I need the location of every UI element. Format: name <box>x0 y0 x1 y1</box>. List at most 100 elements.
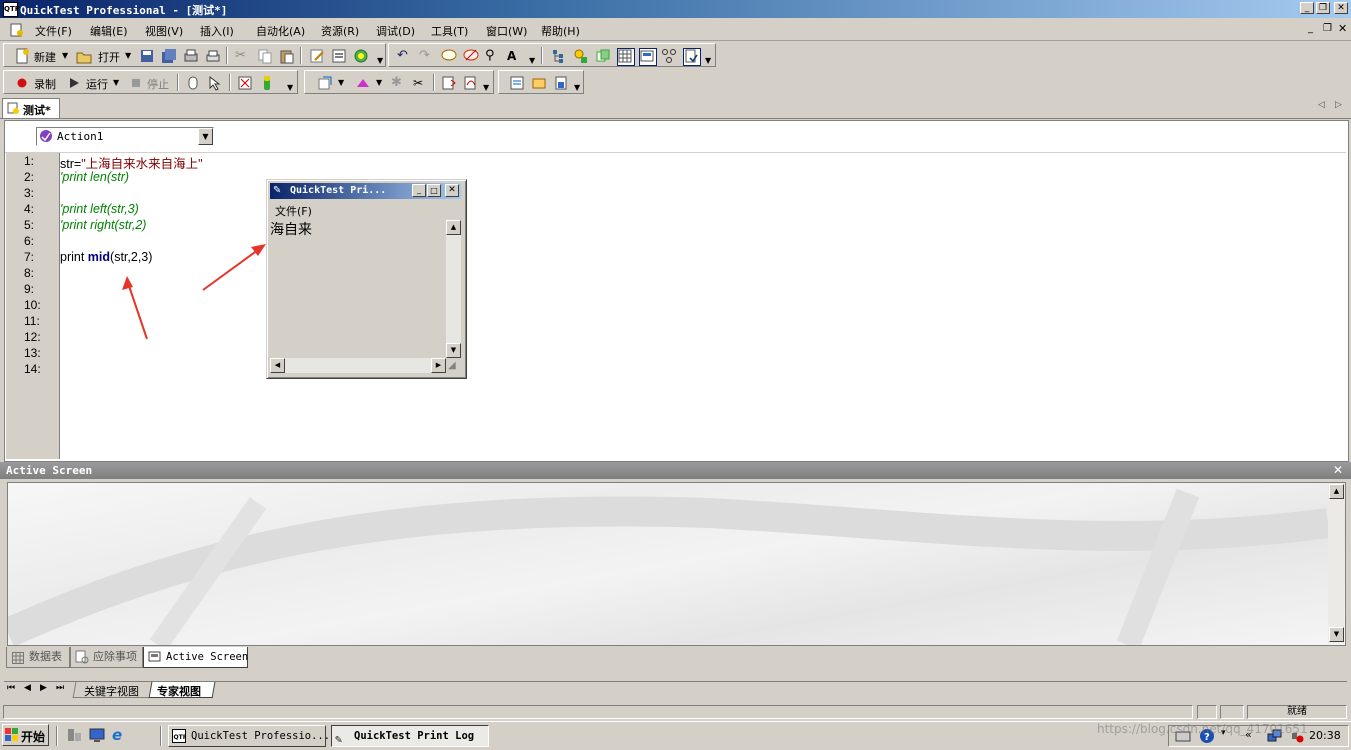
tab-test[interactable]: 测试* <box>2 98 60 118</box>
active-screen-icon[interactable] <box>639 48 657 66</box>
active-screen-close-icon[interactable]: ✕ <box>1333 463 1343 477</box>
results-icon[interactable] <box>509 75 525 91</box>
menu-automation[interactable]: 自动化(A) <box>256 23 305 39</box>
last-tab-icon[interactable]: ⏭ <box>56 683 64 693</box>
toolbar-overflow-icon-4[interactable]: ▼ <box>287 83 293 92</box>
scroll-down-icon[interactable]: ▼ <box>446 343 461 358</box>
stop-button[interactable]: 停止 <box>147 76 169 92</box>
first-tab-icon[interactable]: ⏮ <box>7 683 15 693</box>
print-log-close-button[interactable]: ✕ <box>445 184 459 197</box>
toolbar-overflow-icon-3[interactable]: ▼ <box>705 56 711 65</box>
mdi-minimize-button[interactable]: _ <box>1308 23 1313 34</box>
resize-grip-icon[interactable]: ◢ <box>448 360 456 371</box>
print-log-window[interactable]: ✎ QuickTest Pri... _ □ ✕ 文件(F) 海自来 ▲ ▼ ◀… <box>266 179 467 379</box>
save-all-icon[interactable] <box>161 48 177 64</box>
step-into-icon[interactable] <box>441 75 457 91</box>
tab-missing-resources[interactable]: 应除事项 <box>70 647 143 668</box>
object-repository-icon[interactable] <box>551 48 567 64</box>
toolbar-overflow-icon-2[interactable]: ▼ <box>529 56 535 65</box>
menu-insert[interactable]: 插入(I) <box>200 23 234 39</box>
breakpoint-icon[interactable]: ✱ <box>391 75 407 91</box>
mdi-restore-button[interactable]: ❐ <box>1323 23 1332 34</box>
new-dropdown-icon[interactable]: ▼ <box>62 51 68 60</box>
data-table-icon[interactable] <box>617 48 635 66</box>
quicklaunch-server-icon[interactable] <box>66 727 82 743</box>
function-icon[interactable] <box>355 75 371 91</box>
print-log-vscrollbar[interactable]: ▲ ▼ <box>446 220 461 358</box>
run-dropdown-icon[interactable]: ▼ <box>113 78 119 87</box>
find-icon[interactable]: ⚲ <box>485 48 501 64</box>
open-button[interactable]: 打开 <box>98 49 120 65</box>
toolbar-overflow-icon-6[interactable]: ▼ <box>574 83 580 92</box>
debug-viewer-icon[interactable] <box>683 48 701 66</box>
tab-data-table[interactable]: 数据表 <box>6 647 70 668</box>
action-select[interactable]: Action1 ▼ <box>36 127 214 146</box>
close-button[interactable]: ✕ <box>1334 2 1348 14</box>
clear-breakpoints-icon[interactable]: ✂ <box>413 75 429 91</box>
print-icon[interactable] <box>205 48 221 64</box>
export-icon[interactable] <box>553 75 569 91</box>
options-icon[interactable] <box>531 75 547 91</box>
tab-active-screen[interactable]: Active Screen <box>143 647 248 668</box>
run-icon[interactable] <box>66 75 82 91</box>
scroll-right-icon[interactable]: ▶ <box>431 358 446 373</box>
step-over-icon[interactable] <box>463 75 479 91</box>
print-log-maximize-button[interactable]: □ <box>427 184 441 197</box>
menu-view[interactable]: 视图(V) <box>145 23 183 39</box>
action-select-arrow-icon[interactable]: ▼ <box>198 128 213 145</box>
tab-keyword-view-label[interactable]: 关键字视图 <box>84 683 139 699</box>
print-log-minimize-button[interactable]: _ <box>412 184 426 197</box>
toolbar-overflow-icon-5[interactable]: ▼ <box>483 83 489 92</box>
minimize-button[interactable]: _ <box>1300 2 1314 14</box>
replace-icon[interactable]: A <box>507 48 523 64</box>
edit-step-icon[interactable] <box>309 48 325 64</box>
menu-help[interactable]: 帮助(H) <box>541 23 580 39</box>
stop-icon[interactable] <box>128 75 144 91</box>
open-dropdown-icon[interactable]: ▼ <box>125 51 131 60</box>
tab-scroll-left-icon[interactable]: ◁ <box>1318 100 1325 110</box>
code-area[interactable]: str="上海自来水来自海上" 'print len(str) 'print l… <box>60 153 1344 459</box>
insert-step-dropdown-icon[interactable]: ▼ <box>338 78 344 87</box>
restore-button[interactable]: ❐ <box>1316 2 1330 14</box>
object-spy-icon[interactable] <box>573 48 589 64</box>
menu-tools[interactable]: 工具(T) <box>431 23 468 39</box>
virtual-object-icon[interactable] <box>595 48 611 64</box>
relations-icon[interactable] <box>661 48 677 64</box>
redo-icon[interactable]: ↷ <box>419 48 435 64</box>
active-screen-panel[interactable]: ▲ ▼ <box>7 482 1346 646</box>
scroll-up-icon[interactable]: ▲ <box>446 220 461 235</box>
scroll-up-icon[interactable]: ▲ <box>1329 484 1344 499</box>
menu-edit[interactable]: 编辑(E) <box>90 23 128 39</box>
next-tab-icon[interactable]: ▶ <box>40 683 47 693</box>
tab-expert-view-label[interactable]: 专家视图 <box>157 683 201 699</box>
paste-icon[interactable] <box>279 48 295 64</box>
low-level-recording-icon[interactable] <box>207 75 223 91</box>
task-print-log[interactable]: ✎ QuickTest Print Log <box>331 725 489 747</box>
print-log-menu-file[interactable]: 文件(F) <box>275 203 312 219</box>
checkpoint-icon[interactable] <box>237 75 253 91</box>
comment-icon[interactable] <box>441 48 457 64</box>
menu-window[interactable]: 窗口(W) <box>486 23 527 39</box>
print-log-titlebar[interactable]: ✎ QuickTest Pri... _ □ ✕ <box>270 183 461 199</box>
save-icon[interactable] <box>139 48 155 64</box>
toolbar-overflow-icon[interactable]: ▼ <box>377 56 383 65</box>
menu-debug[interactable]: 调试(D) <box>376 23 415 39</box>
undo-icon[interactable]: ↶ <box>397 48 413 64</box>
start-button[interactable]: 开始 <box>2 724 49 746</box>
new-button[interactable]: 新建 <box>34 49 56 65</box>
quicklaunch-desktop-icon[interactable] <box>89 727 105 743</box>
record-button[interactable]: 录制 <box>34 76 56 92</box>
menu-resources[interactable]: 资源(R) <box>321 23 359 39</box>
check-syntax-icon[interactable] <box>353 48 369 64</box>
function-dropdown-icon[interactable]: ▼ <box>376 78 382 87</box>
document-icon[interactable] <box>10 23 24 37</box>
menu-file[interactable]: 文件(F) <box>35 23 72 39</box>
print-preview-icon[interactable] <box>183 48 199 64</box>
record-icon[interactable] <box>14 75 30 91</box>
uncomment-icon[interactable] <box>463 48 479 64</box>
active-screen-vscrollbar[interactable]: ▲ ▼ <box>1328 483 1344 643</box>
mdi-close-button[interactable]: ✕ <box>1338 22 1347 35</box>
scroll-left-icon[interactable]: ◀ <box>270 358 285 373</box>
tab-scroll-right-icon[interactable]: ▷ <box>1335 100 1342 110</box>
quicklaunch-ie-icon[interactable]: e <box>112 726 128 744</box>
